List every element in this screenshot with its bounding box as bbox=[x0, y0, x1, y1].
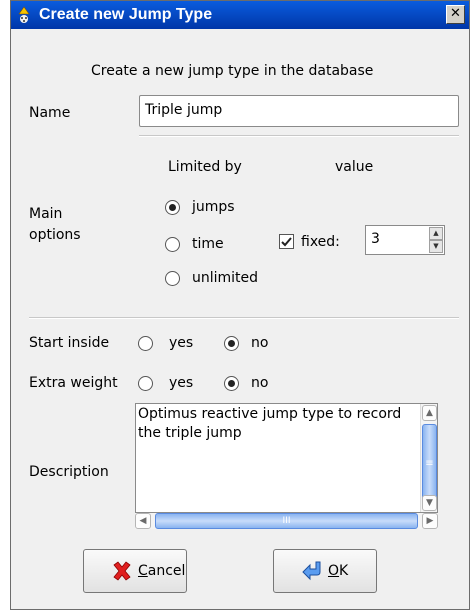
red-x-icon bbox=[113, 561, 131, 581]
limited-by-header: Limited by bbox=[168, 159, 242, 175]
extra-weight-yes-label: yes bbox=[169, 375, 194, 391]
vertical-scroll-thumb[interactable]: ≡ bbox=[422, 424, 437, 504]
name-label: Name bbox=[29, 105, 71, 121]
unlimited-radio[interactable] bbox=[165, 271, 180, 286]
cancel-button[interactable]: Cancel bbox=[83, 549, 187, 593]
fixed-value: 3 bbox=[371, 231, 380, 247]
cancel-button-label: Cancel bbox=[138, 563, 186, 579]
scroll-left-icon[interactable]: ◀ bbox=[135, 513, 151, 529]
start-inside-yes-radio[interactable] bbox=[138, 336, 153, 351]
description-text: Optimus reactive jump type to record the… bbox=[138, 406, 402, 441]
name-input-value: Triple jump bbox=[145, 102, 223, 118]
scroll-right-icon[interactable]: ▶ bbox=[422, 513, 438, 529]
extra-weight-no-label: no bbox=[251, 375, 269, 391]
thumb-grip-icon: ≡ bbox=[425, 458, 434, 469]
spin-buttons: ▲ ▼ bbox=[429, 227, 443, 253]
fixed-checkbox[interactable] bbox=[279, 234, 294, 249]
main-options-label-line2: options bbox=[29, 227, 81, 243]
scroll-up-icon[interactable]: ▲ bbox=[422, 405, 437, 421]
jumps-radio-label: jumps bbox=[192, 199, 235, 215]
window-title: Create new Jump Type bbox=[39, 6, 213, 23]
close-button[interactable]: ✕ bbox=[446, 5, 465, 24]
value-header: value bbox=[335, 159, 374, 175]
start-inside-label: Start inside bbox=[29, 335, 110, 351]
divider bbox=[139, 135, 459, 137]
fixed-value-spinbox[interactable]: 3 ▲ ▼ bbox=[365, 225, 445, 255]
start-inside-yes-label: yes bbox=[169, 335, 194, 351]
dialog-subtitle: Create a new jump type in the database bbox=[91, 63, 374, 79]
jumps-radio[interactable] bbox=[165, 200, 180, 215]
horizontal-scroll-thumb[interactable]: III bbox=[155, 513, 418, 529]
description-vertical-scrollbar[interactable]: ▲ ≡ ▼ bbox=[420, 404, 437, 512]
extra-weight-no-radio[interactable] bbox=[224, 376, 239, 391]
start-inside-no-radio[interactable] bbox=[224, 336, 239, 351]
fixed-label: fixed: bbox=[301, 234, 340, 250]
start-inside-no-label: no bbox=[251, 335, 269, 351]
title-bar[interactable]: Create new Jump Type ✕ bbox=[11, 1, 469, 29]
time-radio[interactable] bbox=[165, 237, 180, 252]
thumb-grip-icon: III bbox=[282, 516, 291, 526]
time-radio-label: time bbox=[192, 236, 224, 252]
ok-button[interactable]: OK bbox=[273, 549, 377, 593]
divider bbox=[29, 317, 459, 319]
name-input[interactable]: Triple jump bbox=[139, 95, 459, 127]
extra-weight-yes-radio[interactable] bbox=[138, 376, 153, 391]
description-horizontal-scrollbar[interactable]: ◀ III ▶ bbox=[135, 513, 438, 529]
spin-up-icon[interactable]: ▲ bbox=[429, 227, 443, 240]
jump-type-app-icon bbox=[18, 6, 30, 23]
create-jump-type-dialog: Create new Jump Type ✕ Create a new jump… bbox=[10, 0, 470, 610]
description-textarea[interactable]: Optimus reactive jump type to record the… bbox=[135, 403, 438, 513]
extra-weight-label: Extra weight bbox=[29, 375, 118, 391]
description-label: Description bbox=[29, 464, 109, 480]
enter-arrow-icon bbox=[302, 561, 321, 581]
close-icon: ✕ bbox=[450, 6, 461, 21]
spin-down-icon[interactable]: ▼ bbox=[429, 240, 443, 253]
unlimited-radio-label: unlimited bbox=[192, 270, 259, 286]
main-options-label-line1: Main bbox=[29, 206, 63, 222]
scroll-down-icon[interactable]: ▼ bbox=[422, 495, 437, 511]
checkmark-icon bbox=[281, 237, 292, 247]
ok-button-label: OK bbox=[328, 563, 349, 579]
